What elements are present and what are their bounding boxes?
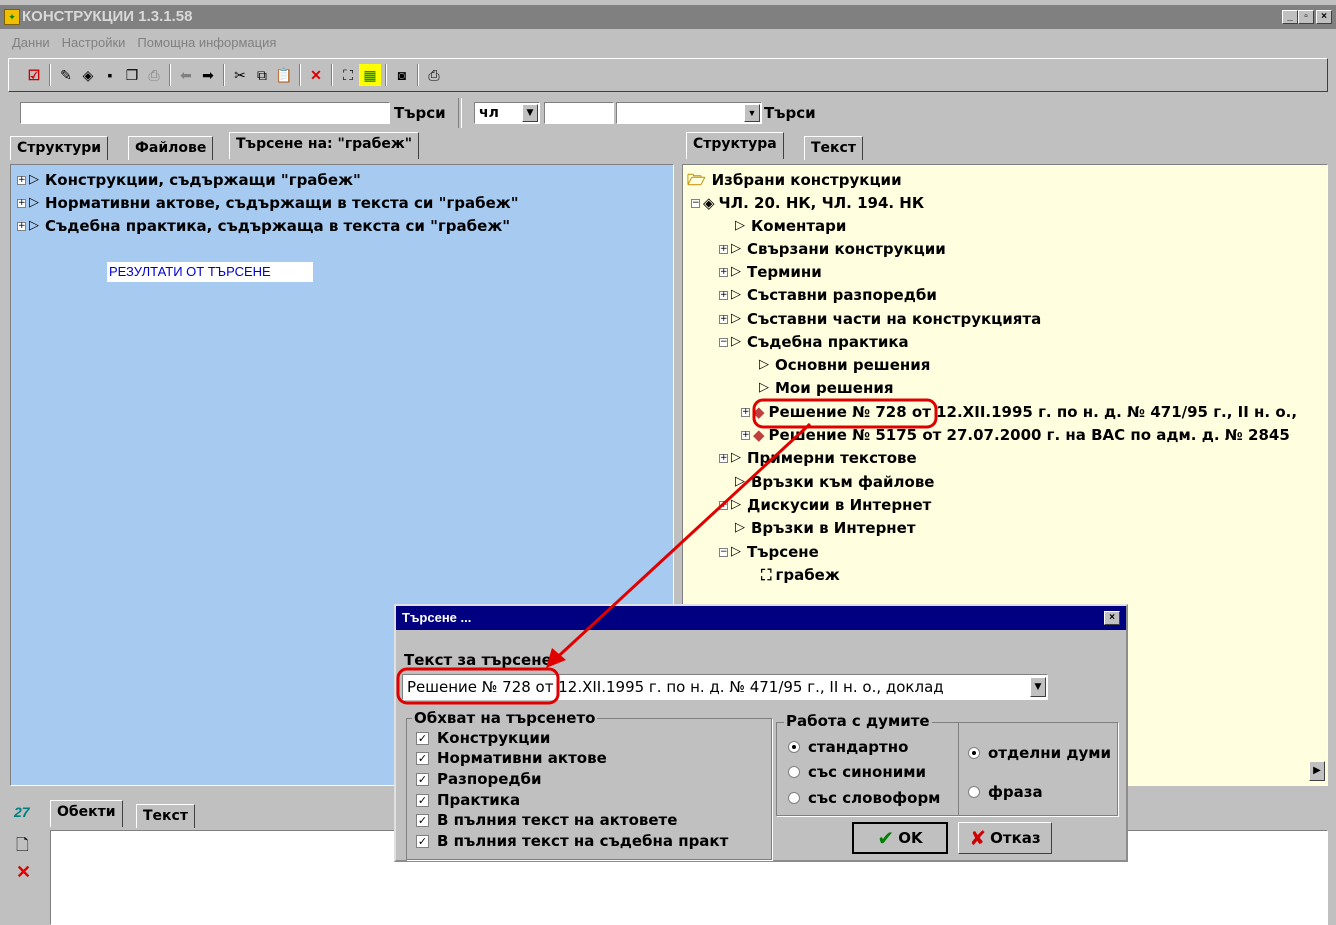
annotation-arrow xyxy=(548,422,812,666)
tab-objects[interactable]: Обекти xyxy=(50,800,123,827)
tab-search-results[interactable]: Търсене на: "грабеж" xyxy=(229,132,420,159)
annotation-overlay xyxy=(396,398,938,705)
highlight-box-dialog xyxy=(396,667,560,705)
tab-structure[interactable]: Структура xyxy=(686,132,784,159)
highlight-box-tree xyxy=(752,398,938,429)
